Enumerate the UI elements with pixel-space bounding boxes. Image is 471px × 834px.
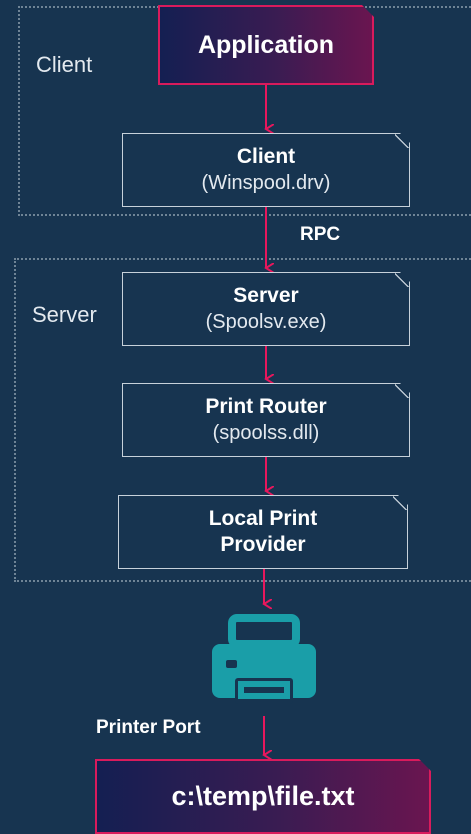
file-output-node: c:\temp\file.txt <box>95 759 431 834</box>
file-path-text: c:\temp\file.txt <box>171 781 355 811</box>
server-node: Server (Spoolsv.exe) <box>122 272 410 346</box>
local-print-provider-node: Local Print Provider <box>118 495 408 569</box>
print-router-node: Print Router (spoolss.dll) <box>122 383 410 457</box>
server-subtitle: (Spoolsv.exe) <box>205 311 327 333</box>
application-title: Application <box>197 30 335 59</box>
server-title: Server <box>233 284 299 307</box>
rpc-label: RPC <box>300 224 341 245</box>
client-title: Client <box>236 145 296 168</box>
client-node: Client (Winspool.drv) <box>122 133 410 207</box>
provider-title-line2: Provider <box>220 533 306 556</box>
application-node: Application <box>158 5 374 85</box>
print-router-title: Print Router <box>205 395 327 418</box>
provider-title-line1: Local Print <box>208 507 318 530</box>
print-router-subtitle: (spoolss.dll) <box>212 422 320 444</box>
printer-port-label: Printer Port <box>96 717 201 738</box>
client-subtitle: (Winspool.drv) <box>201 172 331 194</box>
printer-icon <box>212 614 316 704</box>
